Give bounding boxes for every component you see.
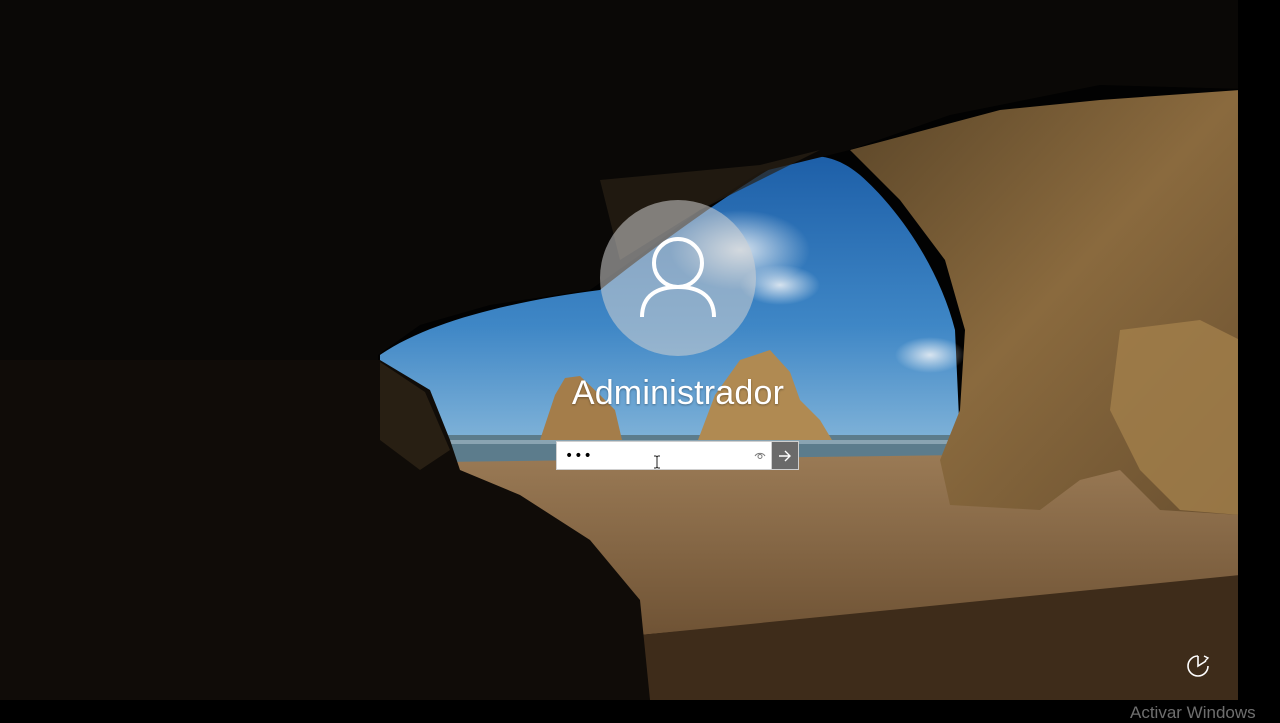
eye-icon[interactable]	[749, 442, 771, 469]
activation-watermark: Activar Windows	[1130, 703, 1256, 722]
user-avatar	[600, 200, 756, 356]
submit-button[interactable]	[771, 442, 798, 469]
password-field-container	[556, 441, 799, 470]
text-cursor-icon	[654, 455, 660, 469]
wallpaper-background	[0, 0, 1280, 720]
account-username: Administrador	[571, 374, 785, 412]
ease-of-access-icon	[1187, 655, 1210, 677]
ease-of-access-button[interactable]	[1184, 652, 1212, 680]
user-icon	[640, 237, 716, 318]
arrow-right-icon	[779, 450, 791, 461]
